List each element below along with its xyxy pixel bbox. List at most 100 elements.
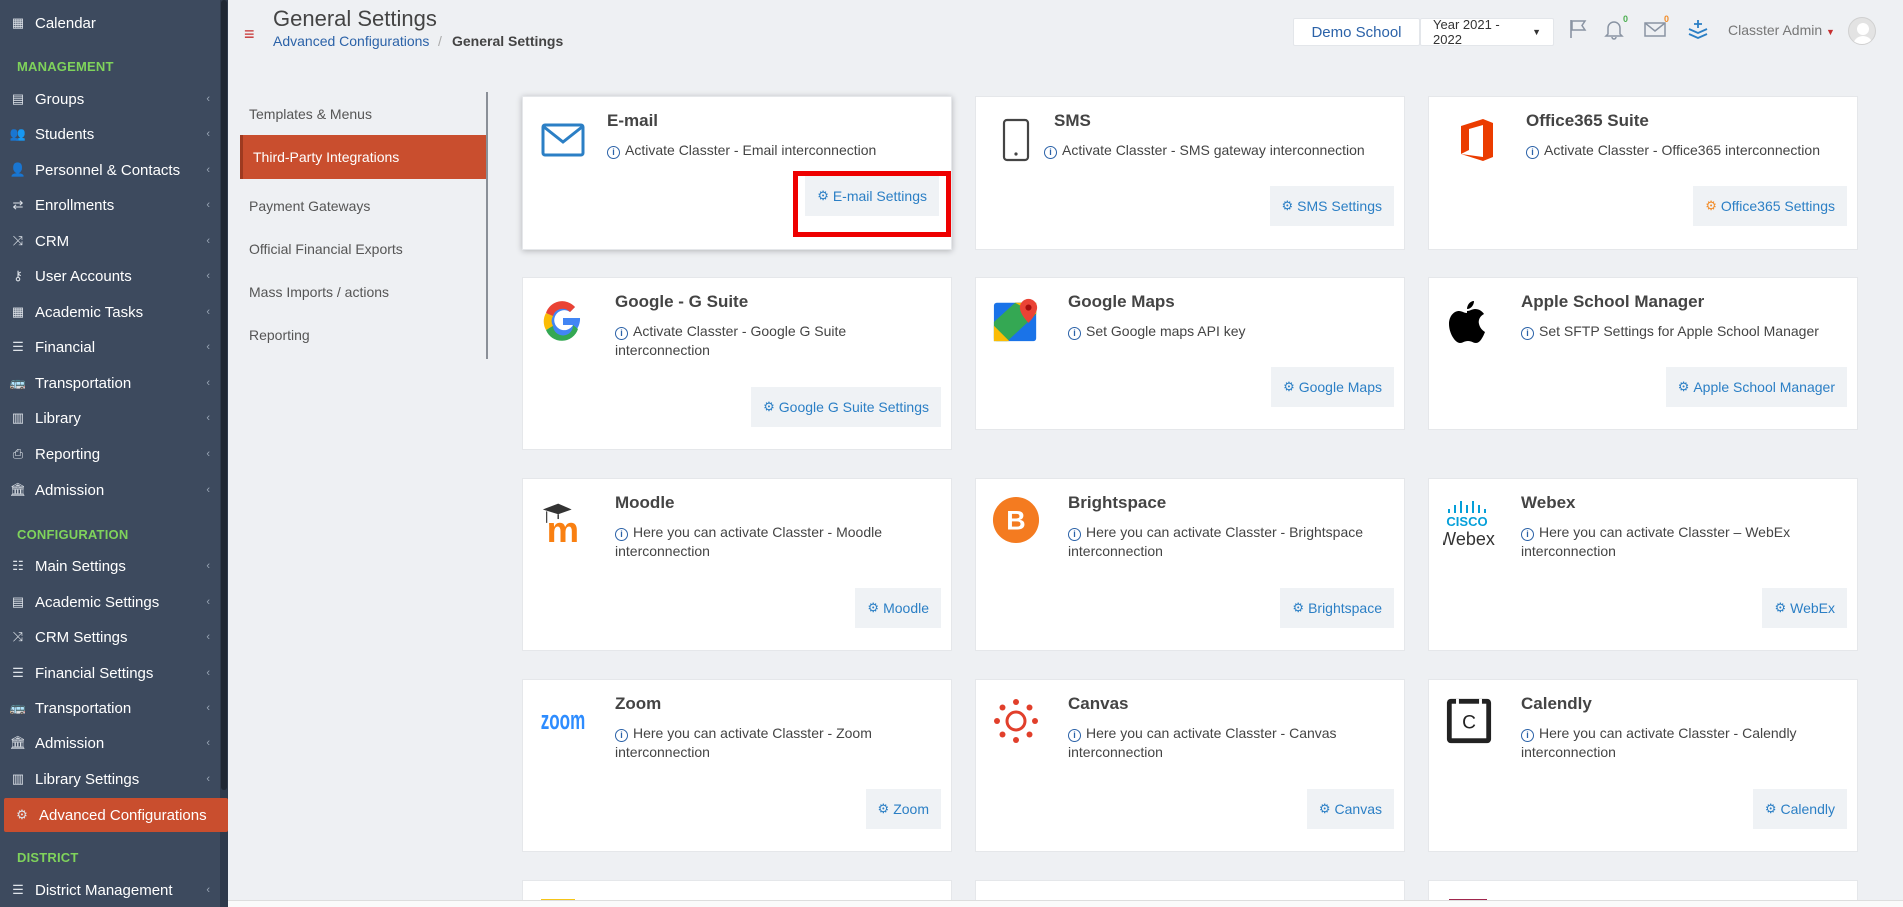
caret-down-icon: ▼ (1532, 27, 1541, 37)
sidebar-item-financial[interactable]: ☰ Financial ‹ (0, 330, 220, 364)
chevron-left-icon: ‹ (206, 93, 210, 105)
card-description-text: Set Google maps API key (1086, 323, 1246, 339)
sidebar-item-students[interactable]: 👥 Students ‹ (0, 117, 220, 151)
sidebar-item-library-settings[interactable]: ▥ Library Settings ‹ (0, 762, 220, 796)
integration-card-apple-school-manager: Apple School Manager i Set SFTP Settings … (1428, 277, 1858, 430)
subnav-reporting[interactable]: Reporting (240, 313, 488, 357)
academic-settings-icon: ▤ (11, 594, 25, 609)
integration-card-moodle: m Moodle i Here you can activate Classter… (522, 478, 952, 651)
button-label: Apple School Manager (1693, 379, 1835, 395)
highlight-box (793, 171, 951, 237)
card-description: i Here you can activate Classter - Zoom i… (615, 724, 939, 762)
webex-button[interactable]: ⚙ WebEx (1762, 588, 1847, 628)
sidebar-item-transportation[interactable]: 🚌 Transportation ‹ (0, 366, 220, 400)
card-title: Zoom (615, 694, 662, 713)
card-description: i Here you can activate Classter - Canvas… (1068, 724, 1392, 762)
sidebar-item-user-accounts[interactable]: ⚷ User Accounts ‹ (0, 259, 220, 293)
sidebar-item-personnel[interactable]: 👤 Personnel & Contacts ‹ (0, 153, 220, 187)
sidebar-item-main-settings[interactable]: ☷ Main Settings ‹ (0, 549, 220, 583)
integration-card-brightspace: B Brightspace i Here you can activate Cla… (975, 478, 1405, 651)
calendly-button[interactable]: ⚙ Calendly (1752, 789, 1847, 829)
subnav-mass-imports[interactable]: Mass Imports / actions (240, 270, 488, 314)
sidebar-item-label: Calendar (35, 14, 96, 32)
cisco-logo-text: CISCO (1446, 514, 1487, 529)
sidebar-item-academic-tasks[interactable]: ▦ Academic Tasks ‹ (0, 295, 220, 329)
zoom-button[interactable]: ⚙ Zoom (865, 789, 941, 829)
user-menu[interactable]: Classter Admin ▼ (1728, 22, 1835, 38)
sidebar-item-advanced-configurations[interactable]: ⚙ Advanced Configurations (4, 798, 228, 832)
year-selector[interactable]: Year 2021 - 2022 ▼ (1420, 17, 1554, 47)
sidebar-item-transportation-settings[interactable]: 🚌 Transportation ‹ (0, 691, 220, 725)
button-label: Brightspace (1308, 600, 1382, 616)
brightspace-button[interactable]: ⚙ Brightspace (1280, 588, 1394, 628)
enrollments-icon: ⇄ (12, 197, 24, 212)
school-selector[interactable]: Demo School (1293, 18, 1420, 46)
chevron-left-icon: ‹ (206, 128, 210, 140)
sidebar-item-label: Admission (35, 481, 105, 499)
layers-plus-icon[interactable] (1686, 18, 1710, 46)
bell-icon[interactable] (1603, 18, 1625, 46)
zoom-logo-icon: zoom (539, 694, 587, 744)
sidebar-scrollbar[interactable] (220, 0, 228, 907)
canvas-button[interactable]: ⚙ Canvas (1306, 789, 1394, 829)
integration-card-gsuite: Google - G Suite i Activate Classter - Go… (522, 277, 952, 450)
gsuite-settings-button[interactable]: ⚙ Google G Suite Settings (751, 387, 941, 427)
sidebar-item-reporting[interactable]: ⎙ Reporting ‹ (0, 437, 220, 471)
sidebar-item-admission[interactable]: 🏛 Admission ‹ (0, 473, 220, 507)
button-label: WebEx (1790, 600, 1835, 616)
info-icon: i (1526, 146, 1539, 159)
sidebar-item-label: Advanced Configurations (39, 806, 207, 824)
user-name: Classter Admin (1728, 22, 1823, 38)
info-icon: i (1044, 146, 1057, 159)
apple-school-manager-button[interactable]: ⚙ Apple School Manager (1665, 367, 1847, 407)
subnav-payment-gateways[interactable]: Payment Gateways (240, 184, 488, 228)
button-label: Office365 Settings (1720, 198, 1835, 214)
chevron-left-icon: ‹ (206, 412, 210, 424)
gears-icon: ⚙ (1705, 198, 1717, 213)
sidebar-item-calendar[interactable]: ▦ Calendar (0, 6, 220, 40)
calendly-logo-icon: C (1445, 696, 1493, 746)
sidebar-item-financial-settings[interactable]: ☰ Financial Settings ‹ (0, 656, 220, 690)
google-logo-icon (539, 296, 587, 346)
horizontal-scrollbar[interactable] (228, 900, 1903, 907)
office365-logo-icon (1453, 115, 1501, 165)
subnav-third-party-integrations[interactable]: Third-Party Integrations (240, 135, 488, 179)
info-icon: i (1068, 729, 1081, 742)
sidebar-item-library[interactable]: ▥ Library ‹ (0, 401, 220, 435)
crm-settings-icon: ⤨ (12, 629, 24, 644)
gears-icon: ⚙ (877, 801, 890, 816)
avatar[interactable] (1848, 17, 1876, 45)
subnav-templates-menus[interactable]: Templates & Menus (240, 92, 488, 136)
sidebar-scrollbar-thumb[interactable] (221, 0, 227, 790)
moodle-button[interactable]: ⚙ Moodle (855, 588, 941, 628)
sidebar-item-label: Reporting (35, 445, 101, 463)
chevron-left-icon: ‹ (206, 448, 210, 460)
integration-card-google-maps: Google Maps i Set Google maps API key ⚙ Go… (975, 277, 1405, 430)
button-label: Google Maps (1298, 379, 1382, 395)
flag-icon[interactable] (1568, 18, 1590, 46)
sidebar-item-academic-settings[interactable]: ▤ Academic Settings ‹ (0, 585, 220, 619)
google-maps-button[interactable]: ⚙ Google Maps (1271, 367, 1394, 407)
financial-icon: ☰ (12, 339, 24, 354)
gears-icon: ⚙ (1774, 600, 1787, 615)
sidebar-item-district-management[interactable]: ☰ District Management ‹ (0, 873, 220, 907)
sidebar-item-label: Library Settings (35, 770, 140, 788)
sidebar-item-crm-settings[interactable]: ⤨ CRM Settings ‹ (0, 620, 220, 654)
breadcrumb-link[interactable]: Advanced Configurations (273, 33, 429, 49)
gears-icon: ⚙ (16, 807, 28, 822)
office365-settings-button[interactable]: ⚙ Office365 Settings (1693, 186, 1847, 226)
integration-card-office365: Office365 Suite i Activate Classter - Off… (1428, 96, 1858, 250)
sidebar-item-groups[interactable]: ▤ Groups ‹ (0, 82, 220, 116)
integration-card-webex: CISCO Webex Webex i Here you can activate… (1428, 478, 1858, 651)
moodle-logo-letter: m (547, 509, 579, 545)
chevron-left-icon: ‹ (206, 773, 210, 785)
sidebar-item-admission-settings[interactable]: 🏛 Admission ‹ (0, 726, 220, 760)
chevron-left-icon: ‹ (206, 235, 210, 247)
hamburger-menu-icon[interactable]: ≡ (244, 24, 255, 45)
sms-settings-button[interactable]: ⚙ SMS Settings (1269, 186, 1394, 226)
sidebar-item-enrollments[interactable]: ⇄ Enrollments ‹ (0, 188, 220, 222)
sidebar-item-crm[interactable]: ⤨ CRM ‹ (0, 224, 220, 258)
key-icon: ⚷ (13, 268, 23, 283)
card-description-text: Activate Classter - Office365 interconne… (1544, 142, 1820, 158)
subnav-official-financial-exports[interactable]: Official Financial Exports (240, 227, 488, 271)
